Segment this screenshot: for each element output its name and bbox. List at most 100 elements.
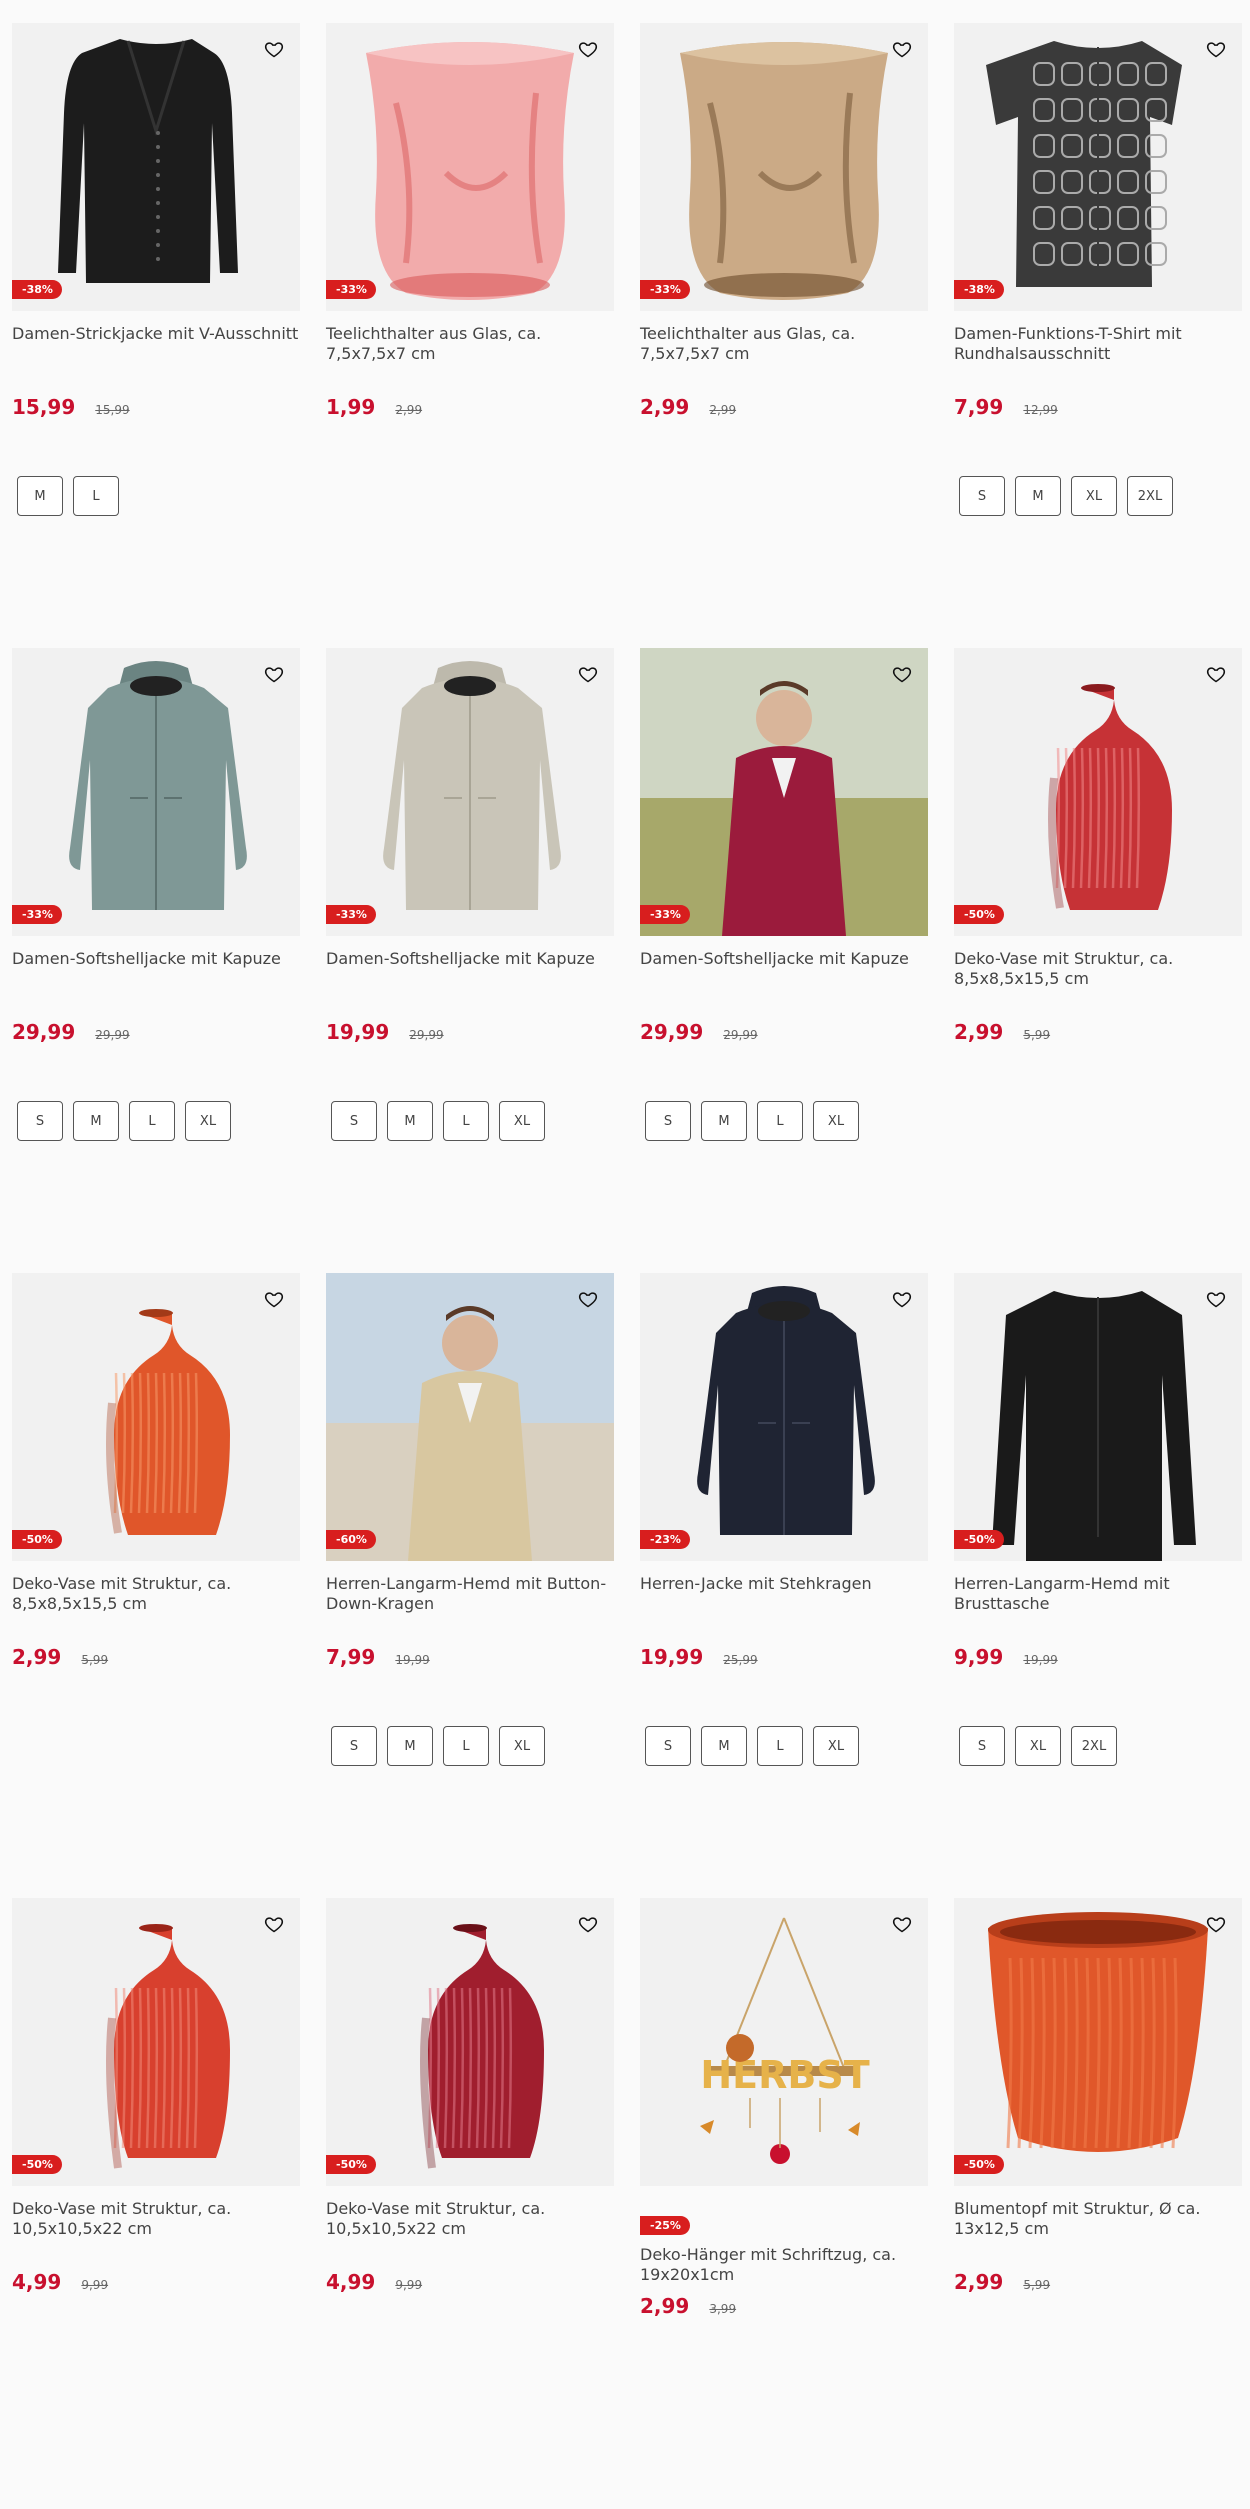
product-image[interactable]: -60% (326, 1273, 614, 1561)
product-image[interactable]: -33% (640, 23, 928, 311)
favorite-heart-icon[interactable] (572, 1283, 604, 1315)
size-option-button[interactable]: L (129, 1101, 175, 1141)
size-option-button[interactable]: M (387, 1101, 433, 1141)
product-title[interactable]: Blumentopf mit Struktur, Ø ca. 13x12,5 c… (954, 2199, 1242, 2239)
size-option-button[interactable]: S (645, 1726, 691, 1766)
price-row: 19,99 29,99 (326, 1020, 614, 1044)
product-card[interactable]: HERBST -25% Deko-Hänger mit Schriftzug, … (640, 1898, 928, 2318)
size-option-button[interactable]: XL (813, 1101, 859, 1141)
product-card[interactable]: -38% Damen-Strickjacke mit V-Ausschnitt … (12, 23, 300, 516)
product-title[interactable]: Teelichthalter aus Glas, ca. 7,5x7,5x7 c… (640, 324, 928, 364)
product-card[interactable]: -33% Damen-Softshelljacke mit Kapuze 19,… (326, 648, 614, 1141)
size-option-button[interactable]: L (443, 1726, 489, 1766)
size-option-button[interactable]: M (1015, 476, 1061, 516)
product-card[interactable]: -33% Damen-Softshelljacke mit Kapuze 29,… (640, 648, 928, 1141)
product-image[interactable]: -38% (954, 23, 1242, 311)
product-title[interactable]: Damen-Softshelljacke mit Kapuze (640, 949, 928, 989)
favorite-heart-icon[interactable] (258, 1908, 290, 1940)
product-image[interactable]: -38% (12, 23, 300, 311)
product-card[interactable]: -50% Deko-Vase mit Struktur, ca. 8,5x8,5… (12, 1273, 300, 1669)
size-option-button[interactable]: XL (1015, 1726, 1061, 1766)
product-title[interactable]: Deko-Vase mit Struktur, ca. 8,5x8,5x15,5… (12, 1574, 300, 1614)
size-options: S XL 2XL (954, 1726, 1242, 1766)
size-option-button[interactable]: M (701, 1726, 747, 1766)
size-option-button[interactable]: L (757, 1726, 803, 1766)
favorite-heart-icon[interactable] (1200, 1908, 1232, 1940)
size-option-button[interactable]: 2XL (1127, 476, 1173, 516)
size-option-button[interactable]: S (959, 1726, 1005, 1766)
size-option-button[interactable]: L (73, 476, 119, 516)
product-title[interactable]: Damen-Softshelljacke mit Kapuze (12, 949, 300, 989)
product-title[interactable]: Teelichthalter aus Glas, ca. 7,5x7,5x7 c… (326, 324, 614, 364)
discount-badge: -50% (954, 2155, 1004, 2174)
favorite-heart-icon[interactable] (886, 1283, 918, 1315)
product-image[interactable]: -50% (12, 1273, 300, 1561)
product-title[interactable]: Herren-Langarm-Hemd mit Button-Down-Krag… (326, 1574, 614, 1614)
favorite-heart-icon[interactable] (258, 658, 290, 690)
size-option-button[interactable]: XL (1071, 476, 1117, 516)
product-card[interactable]: -33% Teelichthalter aus Glas, ca. 7,5x7,… (326, 23, 614, 419)
discount-badge: -33% (12, 905, 62, 924)
product-title[interactable]: Damen-Strickjacke mit V-Ausschnitt (12, 324, 300, 364)
size-option-button[interactable]: S (331, 1101, 377, 1141)
product-card[interactable]: -33% Damen-Softshelljacke mit Kapuze 29,… (12, 648, 300, 1141)
product-card[interactable]: -50% Deko-Vase mit Struktur, ca. 8,5x8,5… (954, 648, 1242, 1044)
original-price: 5,99 (81, 1653, 109, 1667)
product-card[interactable]: -50% Blumentopf mit Struktur, Ø ca. 13x1… (954, 1898, 1242, 2294)
favorite-heart-icon[interactable] (572, 658, 604, 690)
product-title[interactable]: Herren-Langarm-Hemd mit Brusttasche (954, 1574, 1242, 1614)
product-card[interactable]: -50% Deko-Vase mit Struktur, ca. 10,5x10… (326, 1898, 614, 2294)
product-card[interactable]: -50% Herren-Langarm-Hemd mit Brusttasche… (954, 1273, 1242, 1766)
original-price: 29,99 (409, 1028, 444, 1042)
size-option-button[interactable]: S (17, 1101, 63, 1141)
product-card[interactable]: -60% Herren-Langarm-Hemd mit Button-Down… (326, 1273, 614, 1766)
size-option-button[interactable]: XL (499, 1101, 545, 1141)
product-image[interactable]: HERBST (640, 1898, 928, 2186)
product-image[interactable]: -33% (12, 648, 300, 936)
product-title[interactable]: Damen-Softshelljacke mit Kapuze (326, 949, 614, 989)
product-card[interactable]: -38% Damen-Funktions-T-Shirt mit Rundhal… (954, 23, 1242, 516)
favorite-heart-icon[interactable] (886, 1908, 918, 1940)
favorite-heart-icon[interactable] (572, 33, 604, 65)
favorite-heart-icon[interactable] (886, 33, 918, 65)
size-option-button[interactable]: S (959, 476, 1005, 516)
product-image[interactable]: -50% (954, 648, 1242, 936)
product-image[interactable]: -50% (326, 1898, 614, 2186)
favorite-heart-icon[interactable] (1200, 1283, 1232, 1315)
favorite-heart-icon[interactable] (1200, 33, 1232, 65)
favorite-heart-icon[interactable] (886, 658, 918, 690)
product-image[interactable]: -50% (12, 1898, 300, 2186)
favorite-heart-icon[interactable] (258, 1283, 290, 1315)
favorite-heart-icon[interactable] (572, 1908, 604, 1940)
product-card[interactable]: -50% Deko-Vase mit Struktur, ca. 10,5x10… (12, 1898, 300, 2294)
size-option-button[interactable]: 2XL (1071, 1726, 1117, 1766)
product-image[interactable]: -33% (326, 23, 614, 311)
size-option-button[interactable]: XL (499, 1726, 545, 1766)
product-image[interactable]: -50% (954, 1898, 1242, 2186)
product-image[interactable]: -23% (640, 1273, 928, 1561)
size-option-button[interactable]: M (701, 1101, 747, 1141)
product-title[interactable]: Herren-Jacke mit Stehkragen (640, 1574, 928, 1614)
product-title[interactable]: Deko-Vase mit Struktur, ca. 10,5x10,5x22… (326, 2199, 614, 2239)
size-option-button[interactable]: L (443, 1101, 489, 1141)
size-option-button[interactable]: XL (813, 1726, 859, 1766)
product-image[interactable]: -50% (954, 1273, 1242, 1561)
favorite-heart-icon[interactable] (258, 33, 290, 65)
size-option-button[interactable]: XL (185, 1101, 231, 1141)
product-title[interactable]: Damen-Funktions-T-Shirt mit Rundhalsauss… (954, 324, 1242, 364)
product-title[interactable]: Deko-Hänger mit Schriftzug, ca. 19x20x1c… (640, 2245, 928, 2285)
size-option-button[interactable]: S (645, 1101, 691, 1141)
product-image[interactable]: -33% (640, 648, 928, 936)
current-price: 9,99 (954, 1645, 1004, 1669)
size-option-button[interactable]: M (73, 1101, 119, 1141)
product-image[interactable]: -33% (326, 648, 614, 936)
size-option-button[interactable]: S (331, 1726, 377, 1766)
size-option-button[interactable]: M (387, 1726, 433, 1766)
product-card[interactable]: -23% Herren-Jacke mit Stehkragen 19,99 2… (640, 1273, 928, 1766)
product-title[interactable]: Deko-Vase mit Struktur, ca. 8,5x8,5x15,5… (954, 949, 1242, 989)
product-card[interactable]: -33% Teelichthalter aus Glas, ca. 7,5x7,… (640, 23, 928, 419)
product-title[interactable]: Deko-Vase mit Struktur, ca. 10,5x10,5x22… (12, 2199, 300, 2239)
size-option-button[interactable]: L (757, 1101, 803, 1141)
size-option-button[interactable]: M (17, 476, 63, 516)
favorite-heart-icon[interactable] (1200, 658, 1232, 690)
